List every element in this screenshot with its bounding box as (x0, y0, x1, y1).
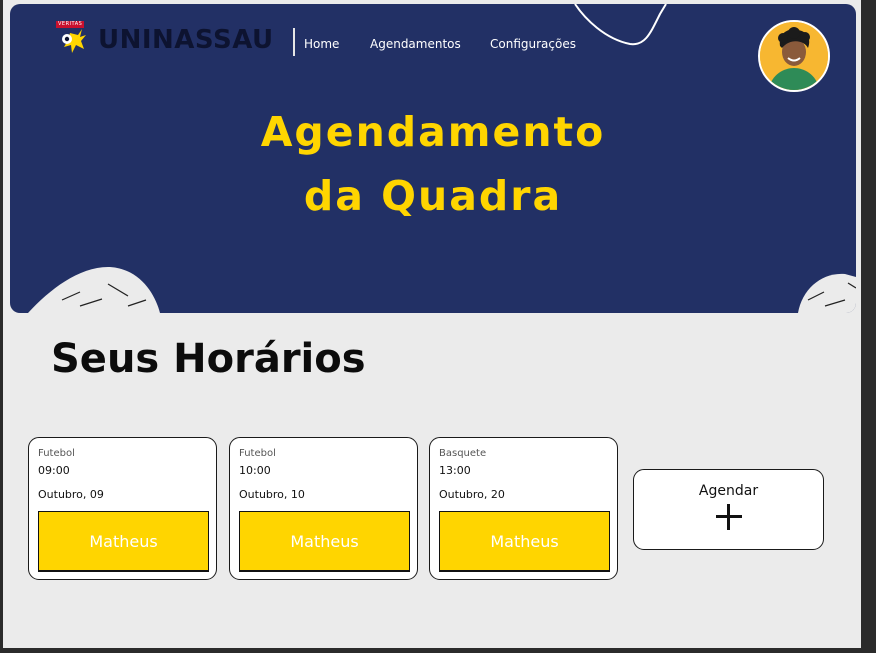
schedule-button[interactable]: Agendar (633, 469, 824, 550)
app-frame: VERITAS UNINASSAU Home Agendamentos Conf… (3, 0, 861, 648)
booking-date: Outubro, 10 (239, 488, 305, 501)
section-title: Seus Horários (51, 336, 366, 382)
booking-sport: Futebol (38, 448, 75, 459)
hero-title: Agendamento da Quadra (10, 100, 856, 228)
nav-divider (293, 28, 295, 56)
booking-date: Outubro, 20 (439, 488, 505, 501)
uninassau-logo[interactable]: VERITAS UNINASSAU (56, 21, 274, 58)
booking-time: 09:00 (38, 464, 70, 477)
nav-configuracoes[interactable]: Configurações (490, 37, 576, 51)
mascot-icon: VERITAS (56, 21, 90, 57)
booking-card[interactable]: Futebol 09:00 Outubro, 09 Matheus (28, 437, 217, 580)
booking-name[interactable]: Matheus (239, 511, 410, 572)
booking-card[interactable]: Futebol 10:00 Outubro, 10 Matheus (229, 437, 418, 580)
nav-home[interactable]: Home (304, 37, 339, 51)
booking-name[interactable]: Matheus (439, 511, 610, 572)
brand-name: UNINASSAU (98, 25, 274, 55)
schedule-label: Agendar (698, 483, 759, 499)
person-icon (760, 22, 828, 90)
booking-time: 13:00 (439, 464, 471, 477)
plus-icon (716, 504, 742, 530)
booking-sport: Basquete (439, 448, 487, 459)
hero-title-line1: Agendamento (260, 108, 606, 156)
booking-date: Outubro, 09 (38, 488, 104, 501)
booking-name[interactable]: Matheus (38, 511, 209, 572)
booking-time: 10:00 (239, 464, 271, 477)
hero-title-line2: da Quadra (303, 172, 563, 220)
nav-agendamentos[interactable]: Agendamentos (370, 37, 461, 51)
brand-tag: VERITAS (56, 21, 85, 28)
hero-banner: VERITAS UNINASSAU Home Agendamentos Conf… (10, 4, 856, 313)
booking-card[interactable]: Basquete 13:00 Outubro, 20 Matheus (429, 437, 618, 580)
booking-sport: Futebol (239, 448, 276, 459)
user-avatar[interactable] (758, 20, 830, 92)
